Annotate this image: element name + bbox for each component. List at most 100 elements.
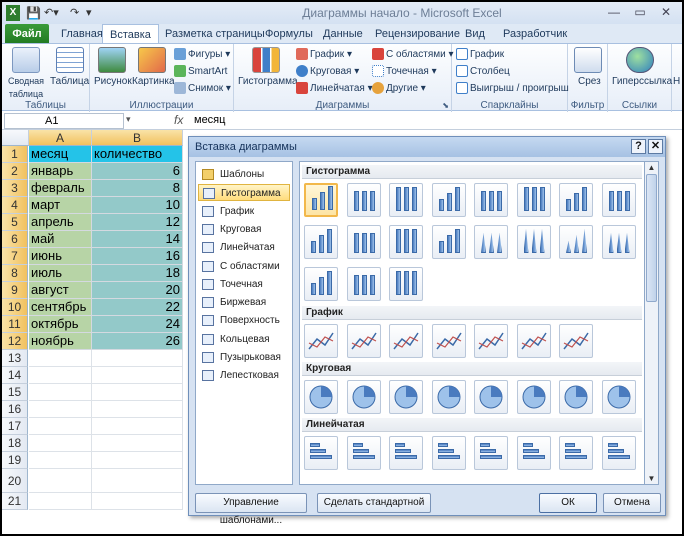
chart-subtype-thumbnail[interactable] bbox=[431, 436, 466, 470]
empty-cell[interactable] bbox=[92, 367, 183, 384]
other-charts-button[interactable]: Другие ▾ bbox=[372, 82, 426, 95]
chart-subtype-thumbnail[interactable] bbox=[601, 225, 636, 259]
row-header[interactable]: 10 bbox=[2, 299, 28, 316]
chart-subtype-thumbnail[interactable] bbox=[474, 183, 508, 217]
chart-subtype-thumbnail[interactable] bbox=[601, 436, 636, 470]
row-header[interactable]: 3 bbox=[2, 180, 28, 197]
dialog-close-button[interactable]: ✕ bbox=[648, 139, 663, 154]
category-line[interactable]: График bbox=[198, 203, 290, 220]
row-header[interactable]: 7 bbox=[2, 248, 28, 265]
cell-b[interactable]: 24 bbox=[92, 316, 183, 333]
cell-b[interactable]: 20 bbox=[92, 282, 183, 299]
chart-subtype-thumbnail[interactable] bbox=[559, 183, 593, 217]
row-header[interactable]: 18 bbox=[2, 435, 28, 452]
chart-subtype-thumbnail[interactable] bbox=[389, 225, 423, 259]
row-header[interactable]: 12 bbox=[2, 333, 28, 350]
tab-developer[interactable]: Разработчик bbox=[496, 24, 574, 44]
empty-cell[interactable] bbox=[29, 493, 92, 510]
formula-input[interactable]: месяц bbox=[194, 113, 225, 127]
tab-insert[interactable]: Вставка bbox=[102, 24, 159, 44]
category-surface[interactable]: Поверхность bbox=[198, 312, 290, 329]
cell-a[interactable]: апрель bbox=[29, 214, 92, 231]
row-header[interactable]: 4 bbox=[2, 197, 28, 214]
cell-a[interactable]: июнь bbox=[29, 248, 92, 265]
tab-file[interactable]: Файл bbox=[5, 24, 49, 44]
empty-cell[interactable] bbox=[92, 435, 183, 452]
chart-subtype-thumbnail[interactable] bbox=[346, 225, 381, 259]
insert-function-icon[interactable]: fx bbox=[174, 113, 183, 127]
chart-subtype-thumbnail[interactable] bbox=[474, 380, 508, 414]
category-bubble[interactable]: Пузырьковая bbox=[198, 349, 290, 366]
empty-cell[interactable] bbox=[29, 384, 92, 401]
empty-cell[interactable] bbox=[92, 350, 183, 367]
cell-a[interactable]: май bbox=[29, 231, 92, 248]
clipart-button[interactable]: Картинка bbox=[132, 75, 175, 88]
chart-subtype-thumbnail[interactable] bbox=[559, 380, 593, 414]
cell-b[interactable]: 16 bbox=[92, 248, 183, 265]
screenshot-button[interactable]: Снимок ▾ bbox=[174, 82, 231, 95]
name-box-dropdown-icon[interactable]: ▾ bbox=[126, 114, 131, 125]
column-header-a[interactable]: A bbox=[29, 130, 92, 146]
chart-subtype-thumbnail[interactable] bbox=[474, 324, 508, 358]
select-all-corner[interactable] bbox=[2, 130, 29, 146]
empty-cell[interactable] bbox=[29, 452, 92, 469]
histogram-button[interactable]: Гистограмма bbox=[238, 75, 298, 88]
pie-chart-button[interactable]: Круговая ▾ bbox=[296, 65, 359, 78]
row-header[interactable]: 21 bbox=[2, 493, 28, 510]
name-box[interactable]: A1 bbox=[4, 113, 124, 129]
empty-cell[interactable] bbox=[29, 469, 92, 493]
row-header[interactable]: 20 bbox=[2, 469, 28, 493]
chart-subtype-thumbnail[interactable] bbox=[516, 380, 551, 414]
cell-b[interactable]: 10 bbox=[92, 197, 183, 214]
chart-subtype-thumbnail[interactable] bbox=[304, 380, 338, 414]
chart-subtype-thumbnail[interactable] bbox=[431, 380, 466, 414]
cell-a[interactable]: февраль bbox=[29, 180, 92, 197]
pivot-table-button[interactable]: Сводная таблица bbox=[6, 75, 46, 101]
empty-cell[interactable] bbox=[92, 401, 183, 418]
cell-b[interactable]: количество bbox=[92, 146, 183, 163]
chart-subtype-thumbnail[interactable] bbox=[389, 436, 423, 470]
chart-subtype-thumbnail[interactable] bbox=[346, 380, 381, 414]
scroll-down-icon[interactable]: ▼ bbox=[646, 473, 657, 484]
sparkline-line-button[interactable]: График bbox=[456, 48, 504, 61]
empty-cell[interactable] bbox=[92, 384, 183, 401]
category-radar[interactable]: Лепестковая bbox=[198, 367, 290, 384]
chart-subtype-thumbnail[interactable] bbox=[389, 380, 423, 414]
category-stock[interactable]: Биржевая bbox=[198, 294, 290, 311]
chart-subtype-thumbnail[interactable] bbox=[516, 436, 551, 470]
chart-subtype-thumbnail[interactable] bbox=[559, 436, 593, 470]
chart-subtype-thumbnail[interactable] bbox=[304, 324, 338, 358]
sparkline-winloss-button[interactable]: Выигрыш / проигрыш bbox=[456, 82, 569, 95]
chart-subtype-thumbnail[interactable] bbox=[346, 267, 381, 301]
cell-b[interactable]: 12 bbox=[92, 214, 183, 231]
tab-page-layout[interactable]: Разметка страницы bbox=[158, 24, 272, 44]
line-chart-button[interactable]: График ▾ bbox=[296, 48, 352, 61]
manage-templates-button[interactable]: Управление шаблонами... bbox=[195, 493, 307, 526]
cell-b[interactable]: 22 bbox=[92, 299, 183, 316]
row-header[interactable]: 11 bbox=[2, 316, 28, 333]
empty-cell[interactable] bbox=[92, 452, 183, 469]
chart-subtype-thumbnail[interactable] bbox=[516, 225, 551, 259]
row-header[interactable]: 9 bbox=[2, 282, 28, 299]
smartart-button[interactable]: SmartArt bbox=[174, 65, 227, 78]
row-header[interactable]: 2 bbox=[2, 163, 28, 180]
row-header[interactable]: 14 bbox=[2, 367, 28, 384]
minimize-icon[interactable]: — bbox=[602, 3, 626, 21]
chart-subtype-thumbnail[interactable] bbox=[431, 324, 466, 358]
row-header[interactable]: 6 bbox=[2, 231, 28, 248]
category-bar[interactable]: Линейчатая bbox=[198, 239, 290, 256]
chart-subtype-thumbnail[interactable] bbox=[389, 183, 423, 217]
empty-cell[interactable] bbox=[29, 418, 92, 435]
cell-b[interactable]: 18 bbox=[92, 265, 183, 282]
cell-a[interactable]: ноябрь bbox=[29, 333, 92, 350]
cell-a[interactable]: январь bbox=[29, 163, 92, 180]
tab-data[interactable]: Данные bbox=[316, 24, 370, 44]
category-area[interactable]: С областями bbox=[198, 258, 290, 275]
chart-subtype-thumbnail[interactable] bbox=[431, 183, 466, 217]
cell-a[interactable]: август bbox=[29, 282, 92, 299]
row-header[interactable]: 8 bbox=[2, 265, 28, 282]
area-chart-button[interactable]: С областями ▾ bbox=[372, 48, 454, 61]
empty-cell[interactable] bbox=[92, 493, 183, 510]
chart-subtype-thumbnail[interactable] bbox=[346, 324, 381, 358]
sparkline-column-button[interactable]: Столбец bbox=[456, 65, 510, 78]
